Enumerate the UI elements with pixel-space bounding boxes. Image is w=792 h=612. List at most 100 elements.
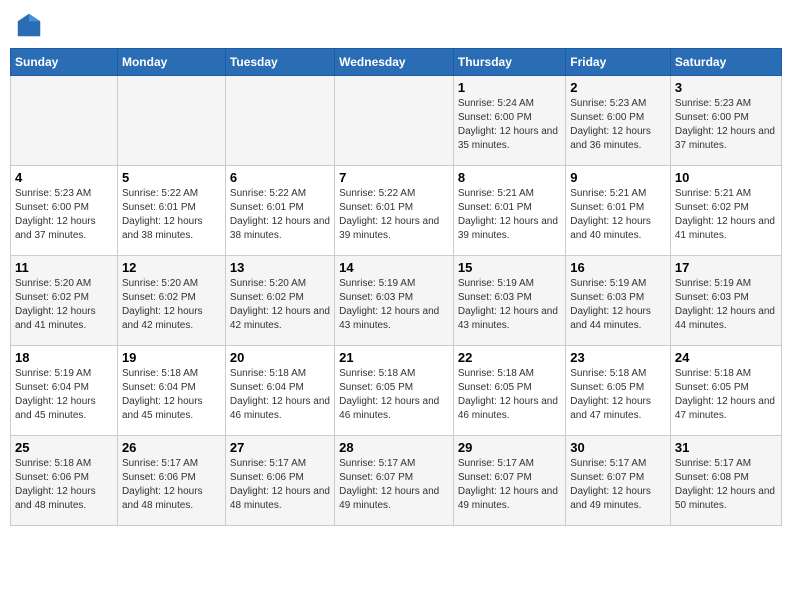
calendar-cell: 24 Sunrise: 5:18 AM Sunset: 6:05 PM Dayl… <box>670 346 781 436</box>
day-info: Sunrise: 5:19 AM Sunset: 6:03 PM Dayligh… <box>570 277 666 333</box>
calendar-cell <box>335 76 454 166</box>
calendar-week-row: 18 Sunrise: 5:19 AM Sunset: 6:04 PM Dayl… <box>11 346 782 436</box>
calendar-cell: 4 Sunrise: 5:23 AM Sunset: 6:00 PM Dayli… <box>11 166 118 256</box>
calendar-cell: 6 Sunrise: 5:22 AM Sunset: 6:01 PM Dayli… <box>225 166 334 256</box>
day-number: 29 <box>458 440 561 455</box>
day-info: Sunrise: 5:19 AM Sunset: 6:03 PM Dayligh… <box>458 277 561 333</box>
day-number: 3 <box>675 80 777 95</box>
weekday-header: Wednesday <box>335 49 454 76</box>
day-info: Sunrise: 5:20 AM Sunset: 6:02 PM Dayligh… <box>122 277 221 333</box>
day-number: 2 <box>570 80 666 95</box>
calendar-cell: 10 Sunrise: 5:21 AM Sunset: 6:02 PM Dayl… <box>670 166 781 256</box>
day-number: 4 <box>15 170 113 185</box>
day-number: 15 <box>458 260 561 275</box>
day-info: Sunrise: 5:23 AM Sunset: 6:00 PM Dayligh… <box>570 97 666 153</box>
day-info: Sunrise: 5:20 AM Sunset: 6:02 PM Dayligh… <box>15 277 113 333</box>
calendar-cell: 16 Sunrise: 5:19 AM Sunset: 6:03 PM Dayl… <box>566 256 671 346</box>
day-number: 21 <box>339 350 449 365</box>
day-info: Sunrise: 5:18 AM Sunset: 6:05 PM Dayligh… <box>339 367 449 423</box>
calendar-cell: 5 Sunrise: 5:22 AM Sunset: 6:01 PM Dayli… <box>117 166 225 256</box>
day-number: 10 <box>675 170 777 185</box>
day-info: Sunrise: 5:19 AM Sunset: 6:04 PM Dayligh… <box>15 367 113 423</box>
day-number: 22 <box>458 350 561 365</box>
weekday-header: Thursday <box>453 49 565 76</box>
day-number: 7 <box>339 170 449 185</box>
day-info: Sunrise: 5:17 AM Sunset: 6:06 PM Dayligh… <box>230 457 330 513</box>
day-info: Sunrise: 5:17 AM Sunset: 6:07 PM Dayligh… <box>570 457 666 513</box>
calendar-body: 1 Sunrise: 5:24 AM Sunset: 6:00 PM Dayli… <box>11 76 782 526</box>
day-number: 19 <box>122 350 221 365</box>
day-number: 30 <box>570 440 666 455</box>
day-number: 27 <box>230 440 330 455</box>
calendar-cell: 30 Sunrise: 5:17 AM Sunset: 6:07 PM Dayl… <box>566 436 671 526</box>
calendar-cell <box>11 76 118 166</box>
calendar-cell: 13 Sunrise: 5:20 AM Sunset: 6:02 PM Dayl… <box>225 256 334 346</box>
day-number: 25 <box>15 440 113 455</box>
day-info: Sunrise: 5:17 AM Sunset: 6:08 PM Dayligh… <box>675 457 777 513</box>
day-number: 28 <box>339 440 449 455</box>
calendar-cell: 20 Sunrise: 5:18 AM Sunset: 6:04 PM Dayl… <box>225 346 334 436</box>
calendar-week-row: 25 Sunrise: 5:18 AM Sunset: 6:06 PM Dayl… <box>11 436 782 526</box>
day-info: Sunrise: 5:17 AM Sunset: 6:07 PM Dayligh… <box>458 457 561 513</box>
day-number: 26 <box>122 440 221 455</box>
day-info: Sunrise: 5:18 AM Sunset: 6:06 PM Dayligh… <box>15 457 113 513</box>
calendar-cell: 7 Sunrise: 5:22 AM Sunset: 6:01 PM Dayli… <box>335 166 454 256</box>
header-row: SundayMondayTuesdayWednesdayThursdayFrid… <box>11 49 782 76</box>
day-number: 20 <box>230 350 330 365</box>
calendar-cell: 21 Sunrise: 5:18 AM Sunset: 6:05 PM Dayl… <box>335 346 454 436</box>
calendar-cell: 22 Sunrise: 5:18 AM Sunset: 6:05 PM Dayl… <box>453 346 565 436</box>
day-number: 18 <box>15 350 113 365</box>
day-number: 11 <box>15 260 113 275</box>
calendar-cell: 31 Sunrise: 5:17 AM Sunset: 6:08 PM Dayl… <box>670 436 781 526</box>
day-info: Sunrise: 5:21 AM Sunset: 6:02 PM Dayligh… <box>675 187 777 243</box>
day-number: 14 <box>339 260 449 275</box>
day-number: 1 <box>458 80 561 95</box>
logo <box>14 10 48 40</box>
calendar-week-row: 11 Sunrise: 5:20 AM Sunset: 6:02 PM Dayl… <box>11 256 782 346</box>
day-info: Sunrise: 5:20 AM Sunset: 6:02 PM Dayligh… <box>230 277 330 333</box>
calendar-cell: 27 Sunrise: 5:17 AM Sunset: 6:06 PM Dayl… <box>225 436 334 526</box>
day-number: 8 <box>458 170 561 185</box>
day-info: Sunrise: 5:22 AM Sunset: 6:01 PM Dayligh… <box>122 187 221 243</box>
weekday-header: Tuesday <box>225 49 334 76</box>
calendar-cell <box>225 76 334 166</box>
day-info: Sunrise: 5:19 AM Sunset: 6:03 PM Dayligh… <box>675 277 777 333</box>
day-number: 24 <box>675 350 777 365</box>
calendar-header: SundayMondayTuesdayWednesdayThursdayFrid… <box>11 49 782 76</box>
day-info: Sunrise: 5:18 AM Sunset: 6:04 PM Dayligh… <box>230 367 330 423</box>
day-number: 13 <box>230 260 330 275</box>
day-info: Sunrise: 5:18 AM Sunset: 6:04 PM Dayligh… <box>122 367 221 423</box>
calendar-cell: 3 Sunrise: 5:23 AM Sunset: 6:00 PM Dayli… <box>670 76 781 166</box>
day-number: 16 <box>570 260 666 275</box>
day-number: 12 <box>122 260 221 275</box>
calendar-cell: 29 Sunrise: 5:17 AM Sunset: 6:07 PM Dayl… <box>453 436 565 526</box>
calendar-cell: 1 Sunrise: 5:24 AM Sunset: 6:00 PM Dayli… <box>453 76 565 166</box>
weekday-header: Sunday <box>11 49 118 76</box>
day-info: Sunrise: 5:23 AM Sunset: 6:00 PM Dayligh… <box>15 187 113 243</box>
calendar-cell: 18 Sunrise: 5:19 AM Sunset: 6:04 PM Dayl… <box>11 346 118 436</box>
calendar-cell <box>117 76 225 166</box>
calendar-week-row: 1 Sunrise: 5:24 AM Sunset: 6:00 PM Dayli… <box>11 76 782 166</box>
day-info: Sunrise: 5:19 AM Sunset: 6:03 PM Dayligh… <box>339 277 449 333</box>
day-info: Sunrise: 5:22 AM Sunset: 6:01 PM Dayligh… <box>339 187 449 243</box>
calendar-cell: 28 Sunrise: 5:17 AM Sunset: 6:07 PM Dayl… <box>335 436 454 526</box>
day-info: Sunrise: 5:18 AM Sunset: 6:05 PM Dayligh… <box>458 367 561 423</box>
logo-icon <box>14 10 44 40</box>
calendar-cell: 12 Sunrise: 5:20 AM Sunset: 6:02 PM Dayl… <box>117 256 225 346</box>
calendar-cell: 11 Sunrise: 5:20 AM Sunset: 6:02 PM Dayl… <box>11 256 118 346</box>
day-info: Sunrise: 5:18 AM Sunset: 6:05 PM Dayligh… <box>675 367 777 423</box>
weekday-header: Monday <box>117 49 225 76</box>
calendar-cell: 23 Sunrise: 5:18 AM Sunset: 6:05 PM Dayl… <box>566 346 671 436</box>
calendar-cell: 15 Sunrise: 5:19 AM Sunset: 6:03 PM Dayl… <box>453 256 565 346</box>
day-info: Sunrise: 5:22 AM Sunset: 6:01 PM Dayligh… <box>230 187 330 243</box>
calendar-cell: 26 Sunrise: 5:17 AM Sunset: 6:06 PM Dayl… <box>117 436 225 526</box>
calendar-cell: 14 Sunrise: 5:19 AM Sunset: 6:03 PM Dayl… <box>335 256 454 346</box>
day-number: 23 <box>570 350 666 365</box>
day-number: 31 <box>675 440 777 455</box>
day-info: Sunrise: 5:23 AM Sunset: 6:00 PM Dayligh… <box>675 97 777 153</box>
calendar-cell: 9 Sunrise: 5:21 AM Sunset: 6:01 PM Dayli… <box>566 166 671 256</box>
day-number: 17 <box>675 260 777 275</box>
day-info: Sunrise: 5:21 AM Sunset: 6:01 PM Dayligh… <box>570 187 666 243</box>
calendar-cell: 2 Sunrise: 5:23 AM Sunset: 6:00 PM Dayli… <box>566 76 671 166</box>
calendar-cell: 19 Sunrise: 5:18 AM Sunset: 6:04 PM Dayl… <box>117 346 225 436</box>
